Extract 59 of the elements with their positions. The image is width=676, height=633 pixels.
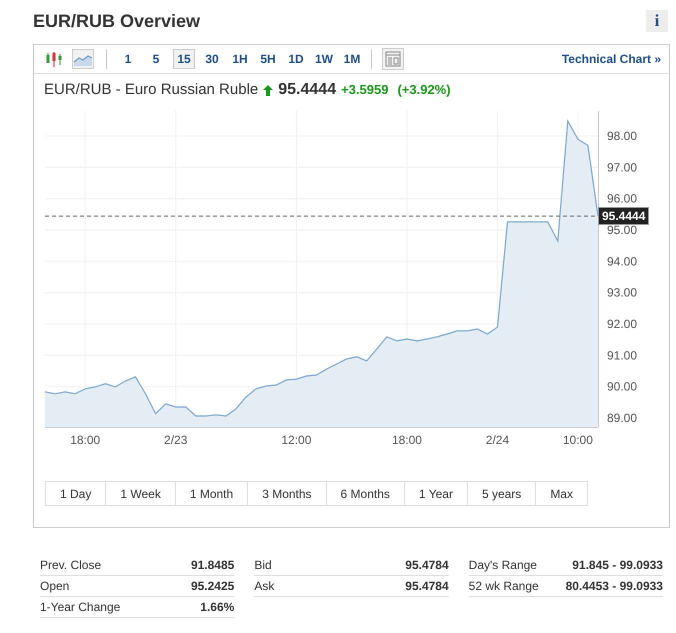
price-change: +3.5959 [341,81,388,99]
y-axis-label: 92.00 [607,316,638,331]
range-button[interactable]: 1 Day [45,481,106,506]
layout-icon [385,51,401,67]
range-button[interactable]: 1 Month [176,481,248,506]
interval-button[interactable]: 1 [117,49,139,69]
interval-button[interactable]: 30 [201,49,223,69]
x-axis-label: 18:00 [392,433,422,447]
stat-value: 1.66% [200,599,234,616]
range-button[interactable]: 1 Year [404,481,468,506]
interval-button[interactable]: 5 [145,49,167,69]
interval-button[interactable]: 1M [341,49,363,69]
instrument-name: EUR/RUB - Euro Russian Ruble [44,80,258,100]
y-axis-label: 96.00 [607,192,638,206]
current-price-label: 95.4444 [598,207,650,226]
y-axis-label: 98.00 [607,129,638,144]
layout-button[interactable] [382,48,404,70]
x-axis-label: 2/24 [486,433,510,447]
interval-button[interactable]: 15 [173,49,195,69]
y-axis-label: 94.00 [607,254,638,268]
y-axis-label: 97.00 [607,160,638,174]
stat-value: 95.4784 [405,578,449,595]
stat-value: 80.4453 - 99.0933 [566,578,663,595]
page-title: EUR/RUB Overview [33,10,200,32]
percent-change: (+3.92%) [397,81,451,99]
x-axis-label: 12:00 [281,433,312,447]
chart-type-button[interactable] [72,49,94,69]
interval-button[interactable]: 1W [313,49,335,69]
stat-label: Bid [254,557,272,574]
interval-button[interactable]: 1D [285,49,307,69]
stat-value: 95.4784 [405,557,449,574]
range-button[interactable]: Max [536,481,588,506]
up-arrow-icon [263,84,274,96]
range-button[interactable]: 5 years [468,481,536,506]
y-axis-label: 90.00 [607,380,638,394]
stat-value: 95.2425 [190,578,234,595]
stat-value: 91.845 - 99.0933 [572,557,663,574]
y-axis-label: 95.00 [607,223,638,237]
stat-label: Prev. Close [40,557,102,574]
range-button[interactable]: 1 Week [106,481,176,506]
stat-label: 1-Year Change [40,599,120,616]
stat-value: 91.8485 [190,557,234,574]
y-axis-label: 93.00 [607,286,638,300]
range-button[interactable]: 6 Months [326,481,405,506]
range-button[interactable]: 3 Months [248,481,327,506]
stat-label: Ask [254,578,274,595]
interval-button[interactable]: 5H [257,49,279,69]
x-axis-label: 2/23 [164,433,188,447]
last-price: 95.4444 [278,80,336,100]
stat-label: Day's Range [468,557,537,574]
stat-label: 52 wk Range [468,578,539,595]
info-button[interactable]: i [646,10,668,32]
x-axis-label: 10:00 [562,433,593,447]
y-axis-label: 91.00 [607,348,638,362]
interval-button[interactable]: 1H [229,49,251,69]
technical-chart-link[interactable]: Technical Chart » [562,52,661,66]
stat-label: Open [40,578,70,595]
y-axis-label: 89.00 [607,410,638,425]
x-axis-label: 18:00 [70,433,100,447]
